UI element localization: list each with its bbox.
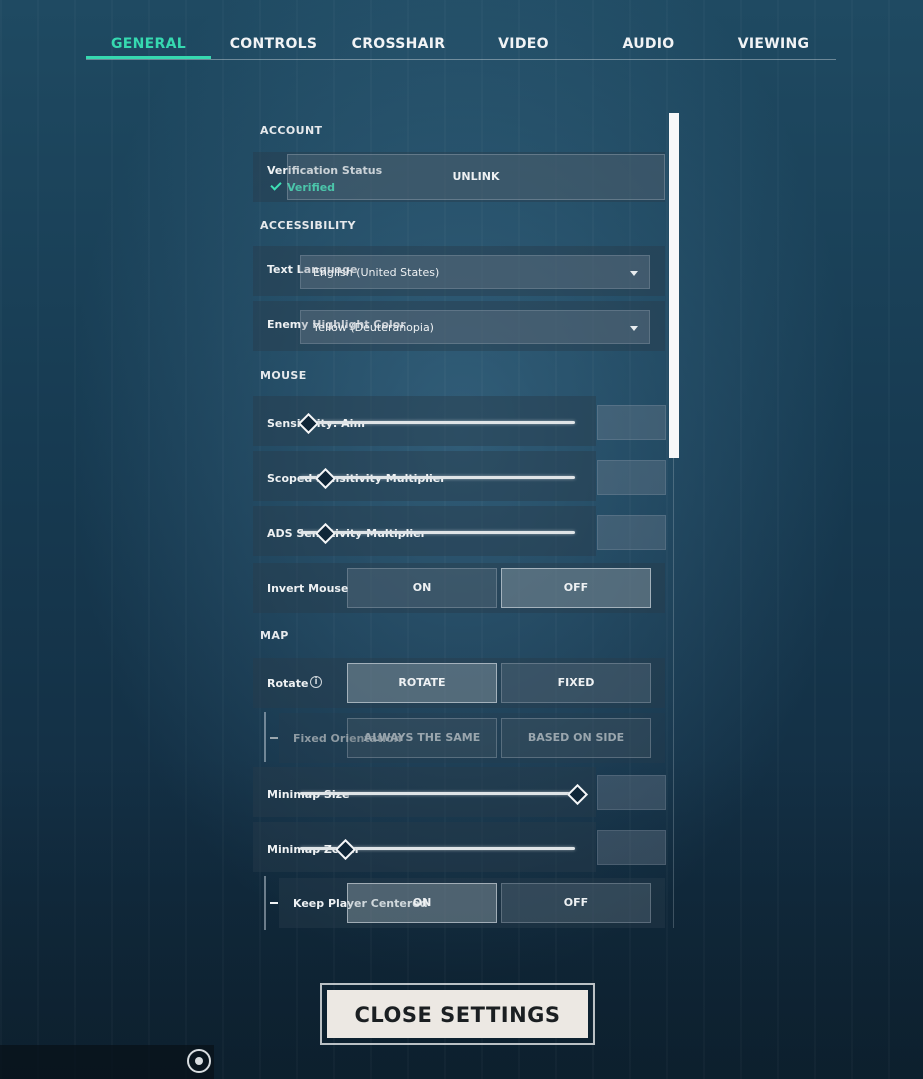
- tab-controls[interactable]: CONTROLS: [211, 36, 336, 52]
- active-tab-indicator: [86, 56, 211, 59]
- sub-setting-indent: [264, 876, 266, 930]
- section-title-account: ACCOUNT: [260, 124, 323, 137]
- row-invert-mouse: Invert Mouse ON OFF: [253, 563, 665, 613]
- text-language-dropdown[interactable]: English (United States): [300, 255, 650, 289]
- row-minimap-size: Minimap Size: [253, 767, 596, 817]
- unlink-button[interactable]: UNLINK: [287, 154, 665, 200]
- row-verification-status: Verification Status Verified UNLINK: [253, 152, 665, 202]
- row-sensitivity-aim: Sensitivity: Aim: [253, 396, 596, 446]
- rotate-label: Rotate: [267, 677, 309, 690]
- row-keep-player-centered: Keep Player Centered ON OFF: [270, 878, 665, 928]
- tab-audio[interactable]: AUDIO: [586, 36, 711, 52]
- section-title-accessibility: ACCESSIBILITY: [260, 219, 356, 232]
- scoped-sensitivity-slider[interactable]: [300, 476, 575, 479]
- tab-crosshair[interactable]: CROSSHAIR: [336, 36, 461, 52]
- invert-mouse-off-button[interactable]: OFF: [501, 568, 651, 608]
- based-on-side-button[interactable]: BASED ON SIDE: [501, 718, 651, 758]
- section-title-map: MAP: [260, 629, 289, 642]
- ads-sensitivity-value[interactable]: [597, 515, 666, 550]
- minimap-zoom-value[interactable]: [597, 830, 666, 865]
- settings-tabs: GENERAL CONTROLS CROSSHAIR VIDEO AUDIO V…: [86, 30, 836, 60]
- invert-mouse-label: Invert Mouse: [267, 582, 349, 595]
- enemy-highlight-dropdown[interactable]: Yellow (Deuteranopia): [300, 310, 650, 344]
- sensitivity-aim-slider[interactable]: [300, 421, 575, 424]
- row-rotate: Rotate i ROTATE FIXED: [253, 658, 665, 708]
- record-icon[interactable]: [187, 1049, 211, 1073]
- row-fixed-orientation: Fixed Orientation ALWAYS THE SAME BASED …: [270, 713, 665, 763]
- minimap-size-value[interactable]: [597, 775, 666, 810]
- row-scoped-sensitivity: Scoped Sensitivity Multiplier: [253, 451, 596, 501]
- tab-video[interactable]: VIDEO: [461, 36, 586, 52]
- ads-sensitivity-slider[interactable]: [300, 531, 575, 534]
- check-icon: [270, 179, 282, 191]
- chevron-down-icon: [630, 271, 638, 276]
- close-settings-label: CLOSE SETTINGS: [327, 990, 588, 1038]
- keep-centered-off-button[interactable]: OFF: [501, 883, 651, 923]
- close-settings-button[interactable]: CLOSE SETTINGS: [320, 983, 595, 1045]
- row-enemy-highlight-color: Enemy Highlight Color Yellow (Deuteranop…: [253, 301, 665, 351]
- minus-icon: [270, 902, 278, 904]
- invert-mouse-on-button[interactable]: ON: [347, 568, 497, 608]
- keep-centered-on-button[interactable]: ON: [347, 883, 497, 923]
- minimap-size-thumb[interactable]: [566, 783, 589, 806]
- minimap-size-slider[interactable]: [300, 792, 575, 795]
- always-the-same-button[interactable]: ALWAYS THE SAME: [347, 718, 497, 758]
- scoped-sensitivity-value[interactable]: [597, 460, 666, 495]
- tab-viewing[interactable]: VIEWING: [711, 36, 836, 52]
- text-language-value: English (United States): [313, 266, 440, 279]
- scrollbar-thumb[interactable]: [669, 113, 679, 458]
- info-icon[interactable]: i: [310, 676, 322, 688]
- scrollbar-track[interactable]: [673, 458, 674, 928]
- chevron-down-icon: [630, 326, 638, 331]
- row-ads-sensitivity: ADS Sensitivity Multiplier: [253, 506, 596, 556]
- fixed-option-button[interactable]: FIXED: [501, 663, 651, 703]
- sub-setting-indent: [264, 712, 266, 762]
- enemy-highlight-value: Yellow (Deuteranopia): [313, 321, 434, 334]
- rotate-option-button[interactable]: ROTATE: [347, 663, 497, 703]
- tab-general[interactable]: GENERAL: [86, 36, 211, 52]
- settings-panel: ACCOUNT Verification Status Verified UNL…: [253, 112, 666, 930]
- sensitivity-aim-value[interactable]: [597, 405, 666, 440]
- minus-icon: [270, 737, 278, 739]
- section-title-mouse: MOUSE: [260, 369, 307, 382]
- row-minimap-zoom: Minimap Zoom: [253, 822, 596, 872]
- row-text-language: Text Language English (United States): [253, 246, 665, 296]
- bottom-status-bar: [0, 1045, 214, 1079]
